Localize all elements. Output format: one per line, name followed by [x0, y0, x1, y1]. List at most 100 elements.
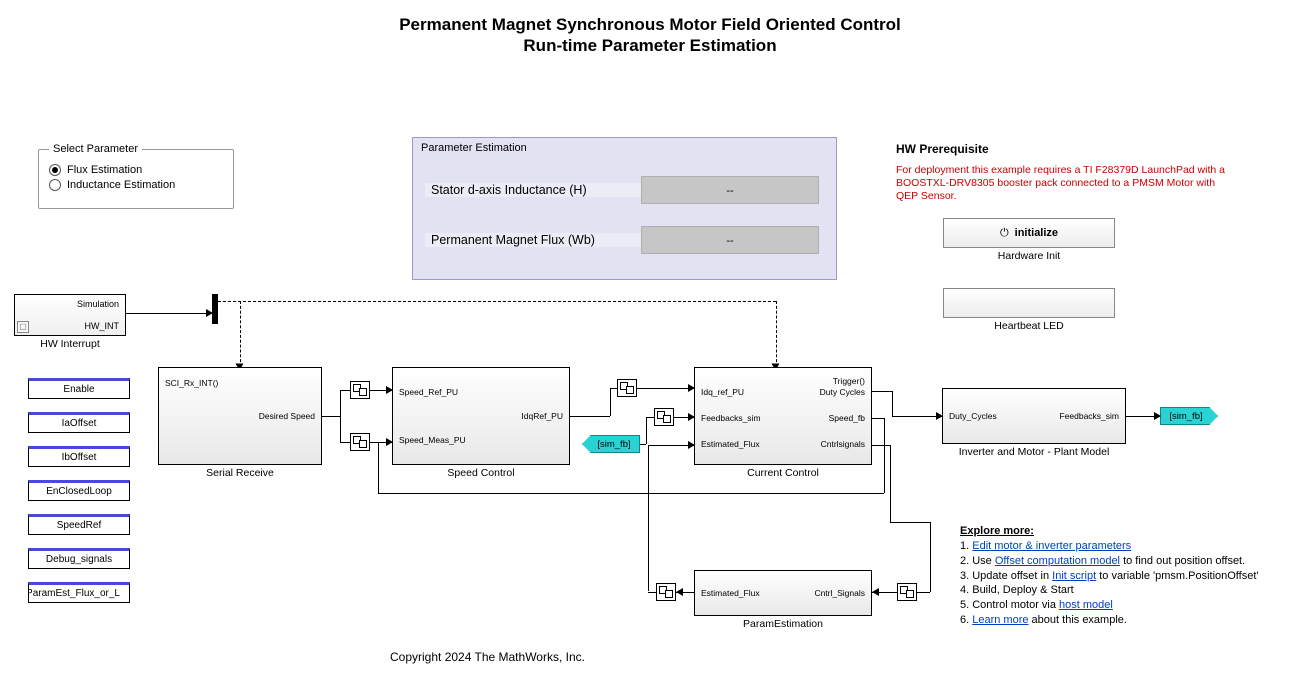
signal-line	[610, 388, 617, 389]
signal-line	[892, 416, 942, 417]
arrowhead-icon	[386, 438, 393, 446]
arrowhead-icon	[688, 384, 695, 392]
hw-prerequisite-heading: HW Prerequisite	[896, 142, 989, 156]
rate-transition-block[interactable]	[617, 379, 637, 397]
signal-line	[648, 445, 649, 591]
radio-circle-icon	[49, 179, 61, 191]
dstore-debug-signals[interactable]: Debug_signals	[28, 548, 130, 569]
serial-receive-label: Serial Receive	[158, 467, 322, 479]
signal-line	[776, 301, 777, 367]
link-learn-more[interactable]: Learn more	[972, 614, 1028, 626]
signal-line	[640, 444, 646, 445]
signal-line	[378, 493, 884, 494]
dstore-iaoffset[interactable]: IaOffset	[28, 412, 130, 433]
current-control-label: Current Control	[694, 467, 872, 479]
signal-line	[378, 442, 379, 493]
dstore-enable[interactable]: Enable	[28, 378, 130, 399]
signal-line	[646, 417, 647, 444]
goto-tag-sim-fb[interactable]: [sim_fb]	[1160, 407, 1218, 425]
dstore-enclosedloop[interactable]: EnClosedLoop	[28, 480, 130, 501]
signal-line	[648, 592, 656, 593]
port-speed-ref: Speed_Ref_PU	[399, 387, 458, 397]
arrowhead-icon	[872, 588, 879, 596]
variant-icon: ▢	[17, 321, 29, 333]
port-sci-rx-int: SCI_Rx_INT()	[165, 378, 218, 388]
link-init-script[interactable]: Init script	[1052, 570, 1096, 582]
from-tag-sim-fb[interactable]: [sim_fb]	[582, 435, 640, 453]
inverter-label: Inverter and Motor - Plant Model	[942, 446, 1126, 458]
param-estimation-block[interactable]: Cntrl_Signals Estimated_Flux	[694, 570, 872, 616]
hwint-line1: Simulation	[77, 299, 119, 309]
radio-inductance-estimation[interactable]: Inductance Estimation	[49, 179, 223, 191]
hw-interrupt-block[interactable]: Simulation HW_INT ▢	[14, 294, 126, 336]
rate-transition-block[interactable]	[656, 583, 676, 601]
heartbeat-led-label: Heartbeat LED	[943, 320, 1115, 332]
signal-line	[884, 418, 885, 493]
param-est-title: Parameter Estimation	[421, 142, 527, 154]
port-feedbacks-sim-out: Feedbacks_sim	[1059, 411, 1119, 421]
title-line1: Permanent Magnet Synchronous Motor Field…	[399, 15, 901, 34]
arrowhead-icon	[936, 412, 943, 420]
radio-flux-estimation[interactable]: Flux Estimation	[49, 164, 223, 176]
signal-line	[930, 522, 931, 592]
signal-line	[892, 391, 893, 416]
signal-line	[610, 388, 611, 416]
signal-line	[917, 592, 930, 593]
port-feedbacks-sim: Feedbacks_sim	[701, 413, 761, 423]
arrowhead-icon	[688, 441, 695, 449]
port-idq-ref: Idq_ref_PU	[701, 387, 744, 397]
rate-transition-block[interactable]	[897, 583, 917, 601]
port-cntrlsignals: Cntrlsignals	[821, 439, 865, 449]
signal-line	[872, 391, 892, 392]
inverter-block[interactable]: Duty_Cycles Feedbacks_sim	[942, 388, 1126, 444]
port-estimated-flux-out: Estimated_Flux	[701, 588, 760, 598]
signal-line	[126, 313, 212, 314]
goto-tag-label: [sim_fb]	[1169, 411, 1202, 422]
initialize-button[interactable]: ⏻ initialize	[943, 218, 1115, 248]
hardware-init-label: Hardware Init	[943, 250, 1115, 262]
signal-line	[570, 416, 610, 417]
speed-control-block[interactable]: Speed_Ref_PU Speed_Meas_PU IdqRef_PU	[392, 367, 570, 465]
port-cntrl-signals-in: Cntrl_Signals	[814, 588, 865, 598]
serial-receive-block[interactable]: SCI_Rx_INT() Desired Speed	[158, 367, 322, 465]
link-offset-computation[interactable]: Offset computation model	[995, 555, 1120, 567]
signal-line	[890, 445, 891, 522]
current-control-block[interactable]: Trigger() Idq_ref_PU Feedbacks_sim Estim…	[694, 367, 872, 465]
param-flux-value: --	[641, 226, 819, 254]
rate-transition-block[interactable]	[350, 381, 370, 399]
link-host-model[interactable]: host model	[1059, 599, 1113, 611]
hwint-line2: HW_INT	[85, 321, 120, 331]
parameter-estimation-panel: Parameter Estimation Stator d-axis Induc…	[412, 137, 837, 280]
radio-dot-icon	[49, 164, 61, 176]
signal-line	[218, 301, 776, 302]
arrowhead-icon	[688, 413, 695, 421]
initialize-label: initialize	[1015, 227, 1058, 239]
signal-line	[322, 416, 340, 417]
signal-line	[872, 445, 890, 446]
signal-line	[340, 390, 350, 391]
param-flux-label: Permanent Magnet Flux (Wb)	[425, 233, 641, 247]
dstore-iboffset[interactable]: IbOffset	[28, 446, 130, 467]
hw-prerequisite-text: For deployment this example requires a T…	[896, 164, 1236, 203]
arrowhead-icon	[1154, 412, 1161, 420]
rate-transition-block[interactable]	[350, 433, 370, 451]
arrowhead-icon	[676, 588, 683, 596]
heartbeat-led-block[interactable]	[943, 288, 1115, 318]
signal-line	[646, 417, 654, 418]
port-duty-cycles: Duty Cycles	[820, 387, 865, 397]
port-desired-speed: Desired Speed	[259, 411, 315, 421]
copyright: Copyright 2024 The MathWorks, Inc.	[390, 650, 585, 664]
explore-more: Explore more: 1. Edit motor & inverter p…	[960, 524, 1260, 628]
dstore-speedref[interactable]: SpeedRef	[28, 514, 130, 535]
link-edit-motor-params[interactable]: Edit motor & inverter parameters	[972, 540, 1131, 552]
title-line2: Run-time Parameter Estimation	[523, 36, 776, 55]
rate-transition-block[interactable]	[654, 408, 674, 426]
speed-control-label: Speed Control	[392, 467, 570, 479]
port-speed-meas: Speed_Meas_PU	[399, 435, 466, 445]
param-inductance-value: --	[641, 176, 819, 204]
dstore-paramest-flux-or-l[interactable]: ParamEst_Flux_or_L	[28, 582, 130, 603]
page-title: Permanent Magnet Synchronous Motor Field…	[0, 14, 1300, 57]
signal-line	[637, 388, 694, 389]
arrowhead-icon	[206, 309, 213, 317]
select-parameter-legend: Select Parameter	[49, 143, 142, 155]
